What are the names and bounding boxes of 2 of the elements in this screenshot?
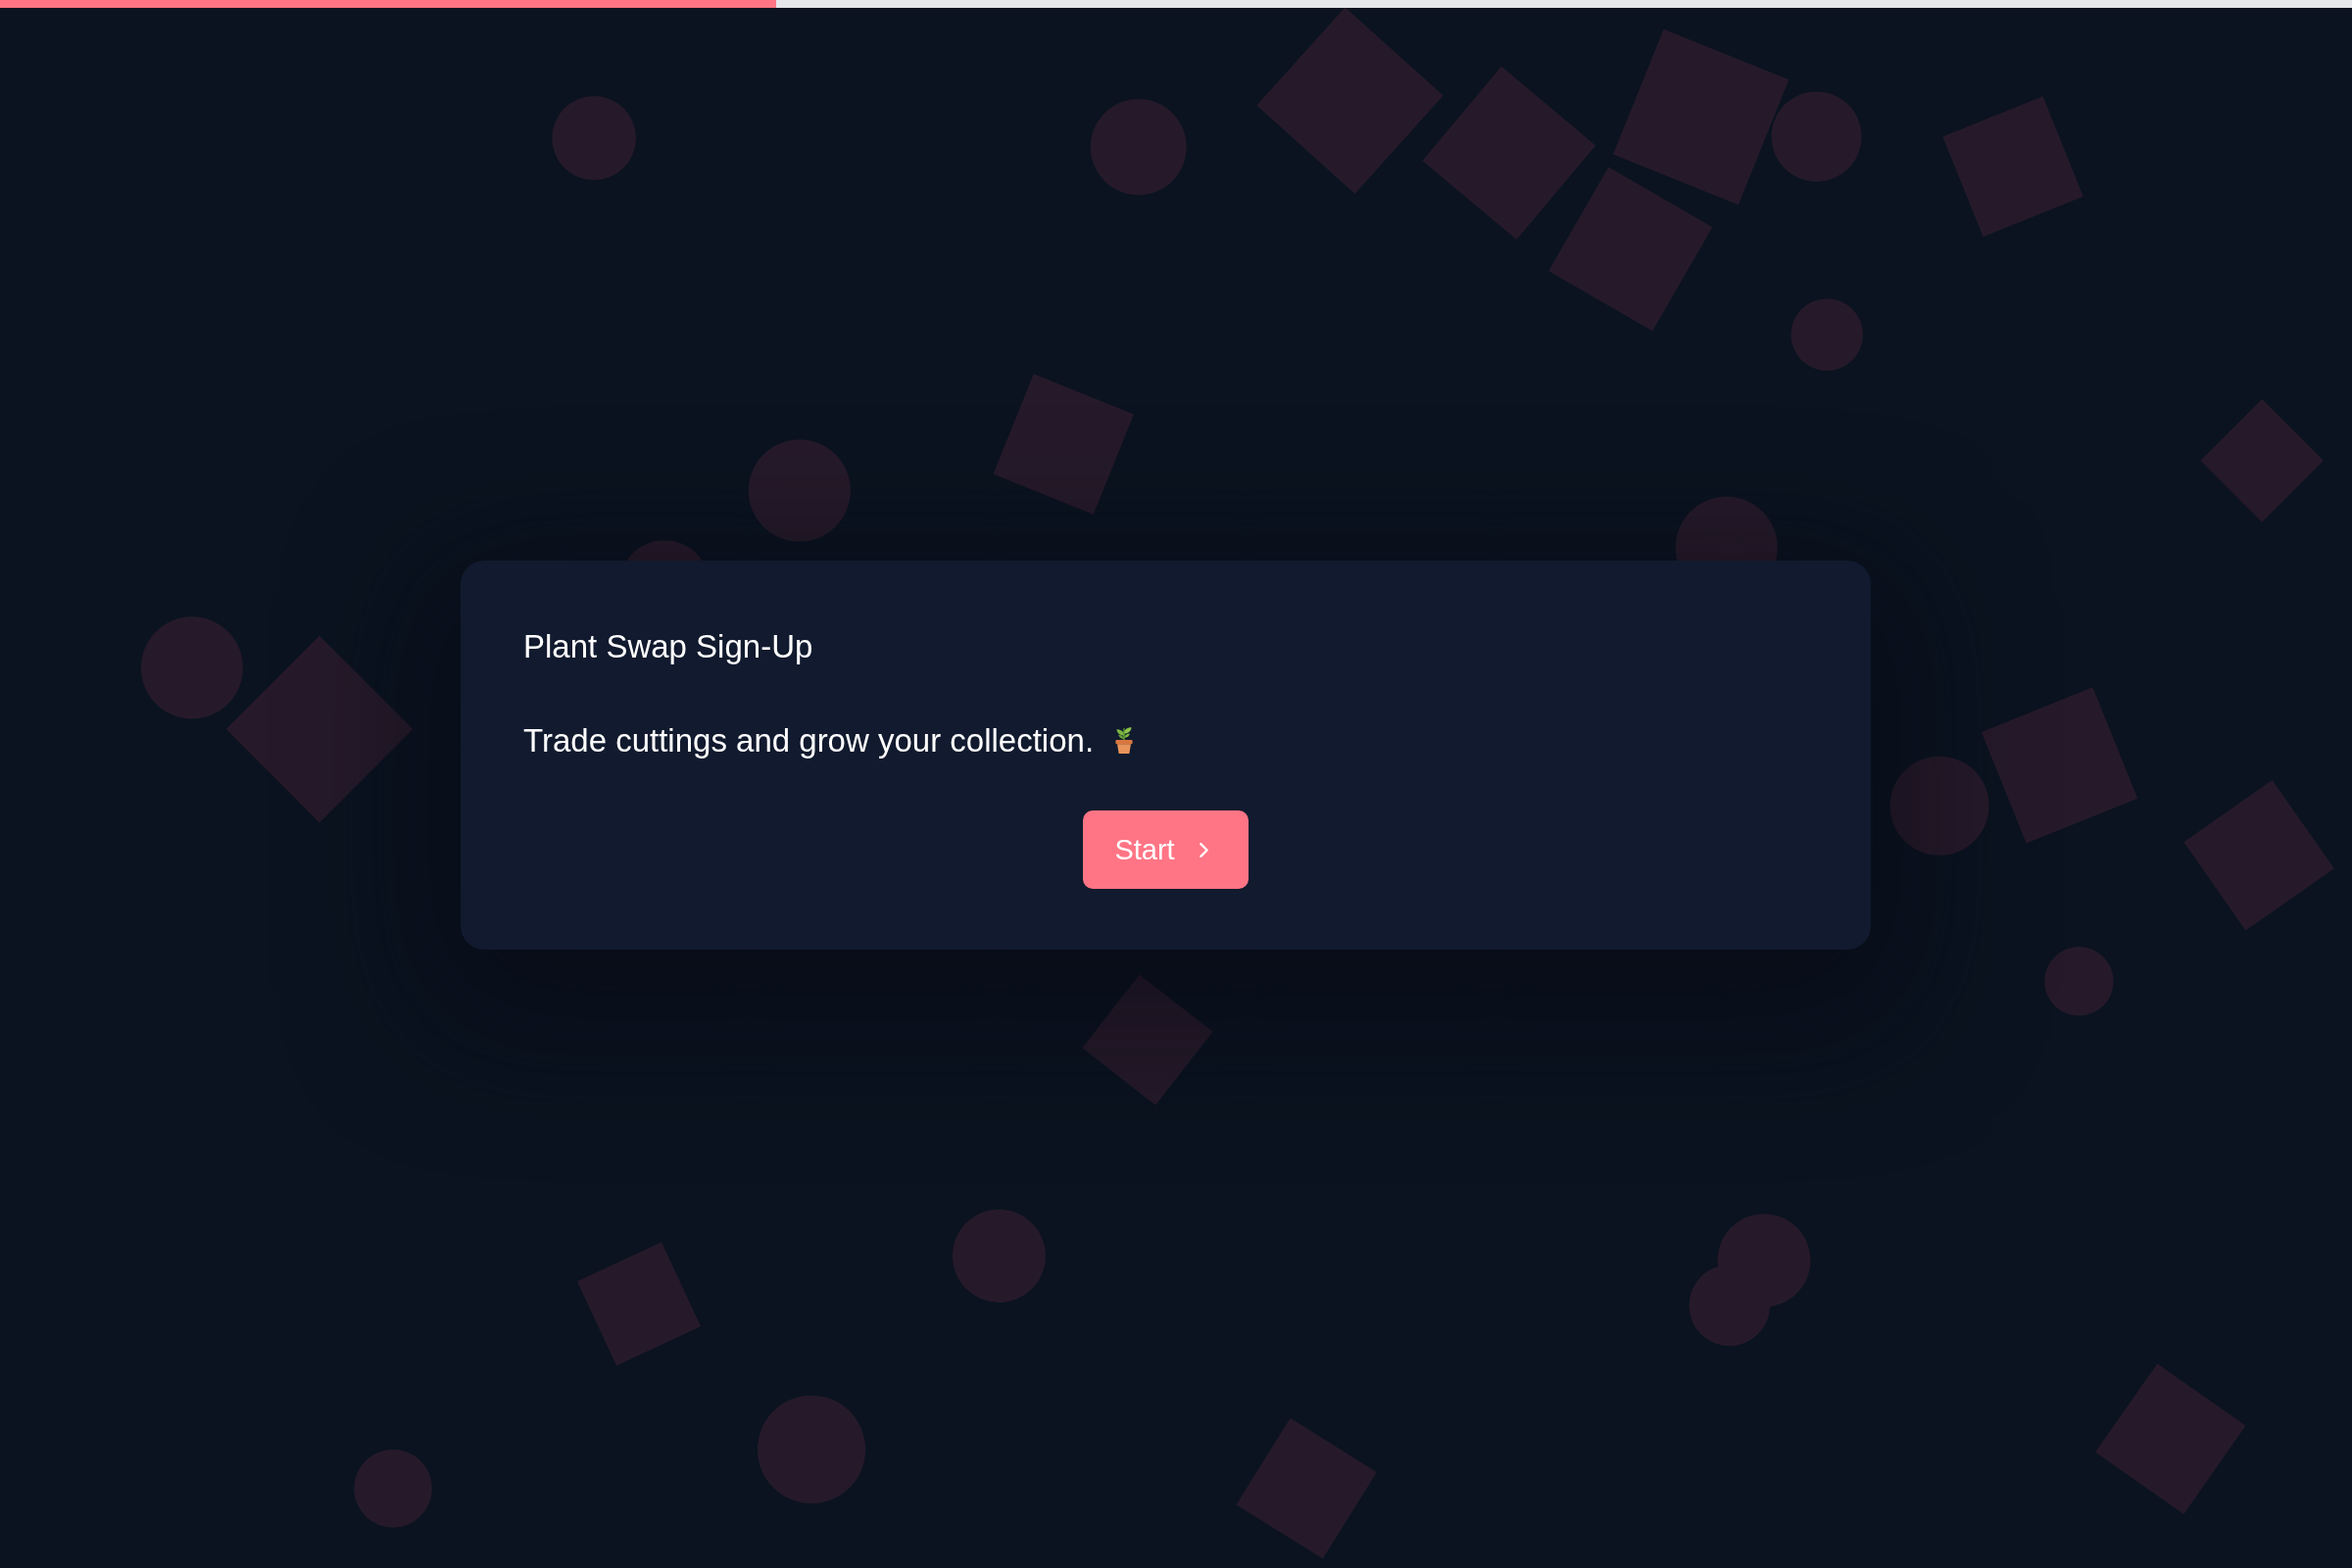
card-description: Trade cuttings and grow your collection. bbox=[523, 720, 1095, 760]
card-title: Plant Swap Sign-Up bbox=[523, 627, 814, 666]
